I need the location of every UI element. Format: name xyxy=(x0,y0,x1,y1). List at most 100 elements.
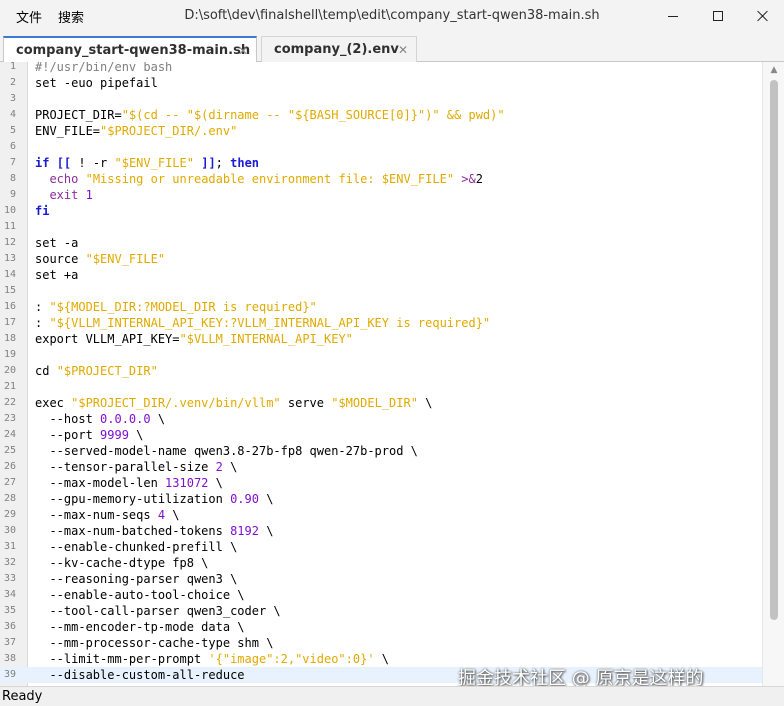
line-content[interactable]: --max-num-seqs 4 \ xyxy=(35,507,179,523)
line-number: 27 xyxy=(3,477,16,488)
line-number: 31 xyxy=(3,541,16,552)
code-line[interactable]: 1 #!/usr/bin/env bash xyxy=(0,62,762,75)
minimize-button[interactable] xyxy=(650,0,696,32)
code-line[interactable]: 34 --enable-auto-tool-choice \ xyxy=(0,587,762,603)
code-line[interactable]: 5 ENV_FILE="$PROJECT_DIR/.env" xyxy=(0,123,762,139)
line-content[interactable]: exit 1 xyxy=(35,187,92,203)
code-line[interactable]: 22 exec "$PROJECT_DIR/.venv/bin/vllm" ser… xyxy=(0,395,762,411)
tab-close-icon[interactable]: ✕ xyxy=(398,43,408,57)
line-number: 4 xyxy=(9,109,16,120)
code-line[interactable]: 19 xyxy=(0,347,762,363)
code-line[interactable]: 17: "${VLLM_INTERNAL_API_KEY:?VLLM_INTER… xyxy=(0,315,762,331)
status-bar: Ready xyxy=(0,686,784,706)
line-content[interactable]: --tool-call-parser qwen3_coder \ xyxy=(35,603,280,619)
close-button[interactable] xyxy=(740,0,784,32)
line-content[interactable]: fi xyxy=(35,203,49,219)
line-content[interactable]: --gpu-memory-utilization 0.90 \ xyxy=(35,491,273,507)
line-content[interactable]: --mm-encoder-tp-mode data \ xyxy=(35,619,244,635)
vertical-scrollbar[interactable]: ▲ xyxy=(762,62,784,686)
line-number: 26 xyxy=(3,461,16,472)
code-line[interactable]: 12 set -a xyxy=(0,235,762,251)
line-content[interactable]: PROJECT_DIR="$(cd -- "$(dirname -- "${BA… xyxy=(35,107,505,123)
line-content[interactable]: --max-model-len 131072 \ xyxy=(35,475,222,491)
code-line[interactable]: 11 xyxy=(0,219,762,235)
line-number: 36 xyxy=(3,621,16,632)
code-line[interactable]: 23 --host 0.0.0.0 \ xyxy=(0,411,762,427)
maximize-button[interactable] xyxy=(695,0,741,32)
code-line[interactable]: 2 set -euo pipefail xyxy=(0,75,762,91)
code-editor[interactable]: 1 #!/usr/bin/env bash 2 set -euo pipefail 3 4… xyxy=(0,62,784,686)
line-content[interactable]: ENV_FILE="$PROJECT_DIR/.env" xyxy=(35,123,237,139)
code-line[interactable]: 32 --kv-cache-dtype fp8 \ xyxy=(0,555,762,571)
code-line[interactable]: 27 --max-model-len 131072 \ xyxy=(0,475,762,491)
line-content[interactable]: --mm-processor-cache-type shm \ xyxy=(35,635,273,651)
line-content[interactable]: source "$ENV_FILE" xyxy=(35,251,165,267)
line-content[interactable]: --tensor-parallel-size 2 \ xyxy=(35,459,237,475)
tab-company-start-qwen38-main[interactable]: company_start-qwen38-main.sh ✕ xyxy=(3,36,257,63)
code-line[interactable]: 33 --reasoning-parser qwen3 \ xyxy=(0,571,762,587)
line-content[interactable]: --served-model-name qwen3.8-27b-fp8 qwen… xyxy=(35,443,417,459)
line-number: 5 xyxy=(9,125,16,136)
line-content[interactable]: if [[ ! -r "$ENV_FILE" ]]; then xyxy=(35,155,259,171)
minimize-icon xyxy=(668,15,678,17)
line-content[interactable]: : "${VLLM_INTERNAL_API_KEY:?VLLM_INTERNA… xyxy=(35,315,490,331)
code-line[interactable]: 6 xyxy=(0,139,762,155)
code-line[interactable]: 9 exit 1 xyxy=(0,187,762,203)
line-number: 23 xyxy=(3,413,16,424)
line-number: 15 xyxy=(3,285,16,296)
code-area[interactable]: 1 #!/usr/bin/env bash 2 set -euo pipefail 3 4… xyxy=(0,62,762,683)
code-line[interactable]: 29 --max-num-seqs 4 \ xyxy=(0,507,762,523)
line-content[interactable]: exec "$PROJECT_DIR/.venv/bin/vllm" serve… xyxy=(35,395,432,411)
line-number: 16 xyxy=(3,301,16,312)
close-icon xyxy=(757,10,769,22)
code-line[interactable]: 21 xyxy=(0,379,762,395)
line-number: 13 xyxy=(3,253,16,264)
line-content[interactable]: --reasoning-parser qwen3 \ xyxy=(35,571,237,587)
code-line[interactable]: 20 cd "$PROJECT_DIR" xyxy=(0,363,762,379)
line-content[interactable]: echo "Missing or unreadable environment … xyxy=(35,171,483,187)
line-number: 21 xyxy=(3,381,16,392)
line-content[interactable]: --enable-auto-tool-choice \ xyxy=(35,587,244,603)
line-content[interactable]: --port 9999 \ xyxy=(35,427,143,443)
code-line[interactable]: 10 fi xyxy=(0,203,762,219)
line-content[interactable]: export VLLM_API_KEY="$VLLM_INTERNAL_API_… xyxy=(35,331,353,347)
code-line[interactable]: 35 --tool-call-parser qwen3_coder \ xyxy=(0,603,762,619)
line-number: 29 xyxy=(3,509,16,520)
tab-company-2-env[interactable]: company_(2).env ✕ xyxy=(261,36,417,62)
line-number: 24 xyxy=(3,429,16,440)
code-line[interactable]: 25 --served-model-name qwen3.8-27b-fp8 q… xyxy=(0,443,762,459)
code-line[interactable]: 26 --tensor-parallel-size 2 \ xyxy=(0,459,762,475)
line-content[interactable]: set +a xyxy=(35,267,78,283)
line-content[interactable]: : "${MODEL_DIR:?MODEL_DIR is required}" xyxy=(35,299,317,315)
line-content[interactable]: set -euo pipefail xyxy=(35,75,158,91)
line-content[interactable]: set -a xyxy=(35,235,78,251)
code-line[interactable]: 30 --max-num-batched-tokens 8192 \ xyxy=(0,523,762,539)
code-line[interactable]: 28 --gpu-memory-utilization 0.90 \ xyxy=(0,491,762,507)
line-number: 25 xyxy=(3,445,16,456)
line-content[interactable]: --limit-mm-per-prompt '{"image":2,"video… xyxy=(35,651,389,667)
code-line[interactable]: 37 --mm-processor-cache-type shm \ xyxy=(0,635,762,651)
code-line[interactable]: 4 PROJECT_DIR="$(cd -- "$(dirname -- "${B… xyxy=(0,107,762,123)
line-content[interactable]: --max-num-batched-tokens 8192 \ xyxy=(35,523,273,539)
line-content[interactable]: --disable-custom-all-reduce xyxy=(35,667,244,683)
code-line[interactable]: 15 xyxy=(0,283,762,299)
code-line[interactable]: 18 export VLLM_API_KEY="$VLLM_INTERNAL_AP… xyxy=(0,331,762,347)
scroll-up-arrow-icon[interactable]: ▲ xyxy=(763,62,784,78)
code-line[interactable]: 3 xyxy=(0,91,762,107)
line-content[interactable]: --host 0.0.0.0 \ xyxy=(35,411,165,427)
line-content[interactable]: --kv-cache-dtype fp8 \ xyxy=(35,555,208,571)
code-line[interactable]: 24 --port 9999 \ xyxy=(0,427,762,443)
code-line[interactable]: 8 echo "Missing or unreadable environmen… xyxy=(0,171,762,187)
code-line[interactable]: 14 set +a xyxy=(0,267,762,283)
line-number: 33 xyxy=(3,573,16,584)
line-content[interactable]: cd "$PROJECT_DIR" xyxy=(35,363,158,379)
code-line[interactable]: 7 if [[ ! -r "$ENV_FILE" ]]; then xyxy=(0,155,762,171)
code-line[interactable]: 31 --enable-chunked-prefill \ xyxy=(0,539,762,555)
tab-close-icon[interactable]: ✕ xyxy=(238,44,248,58)
scroll-thumb[interactable] xyxy=(770,80,778,620)
code-line[interactable]: 13 source "$ENV_FILE" xyxy=(0,251,762,267)
line-content[interactable]: --enable-chunked-prefill \ xyxy=(35,539,237,555)
code-line[interactable]: 36 --mm-encoder-tp-mode data \ xyxy=(0,619,762,635)
code-line[interactable]: 16 : "${MODEL_DIR:?MODEL_DIR is required}… xyxy=(0,299,762,315)
line-content[interactable]: #!/usr/bin/env bash xyxy=(35,62,172,75)
